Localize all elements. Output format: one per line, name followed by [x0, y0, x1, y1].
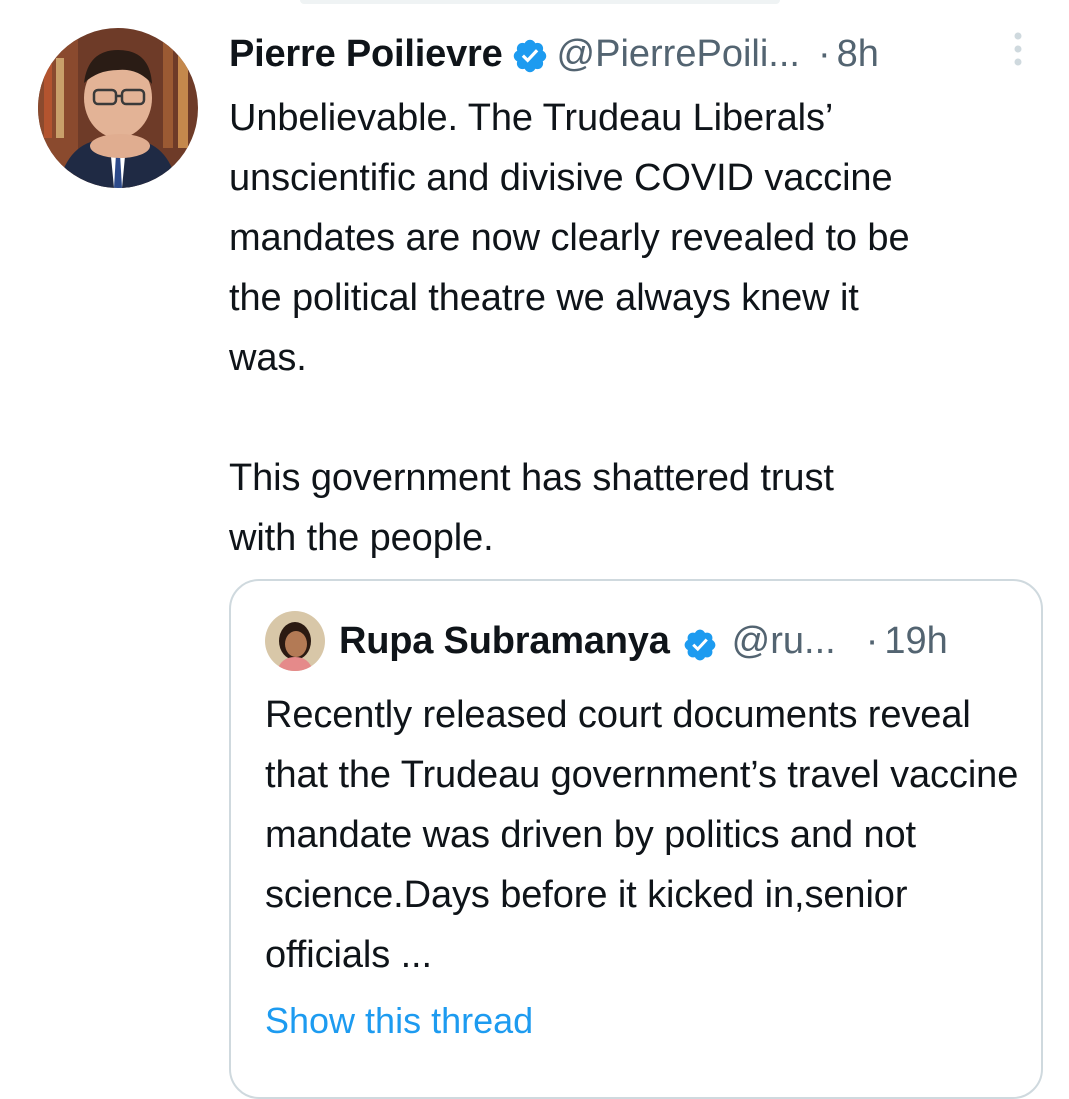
tweet-text: Unbelievable. The Trudeau Liberals’ unsc… — [229, 97, 910, 559]
tweet[interactable]: Pierre Poilievre @PierrePoili... · 8h Un… — [0, 0, 1069, 1099]
header-separator: · — [817, 33, 831, 75]
more-options-icon[interactable] — [1010, 30, 1026, 68]
verified-badge-icon — [511, 35, 549, 73]
tweet-header: Pierre Poilievre @PierrePoili... · 8h — [229, 26, 1049, 82]
quoted-timestamp[interactable]: 19h — [884, 613, 947, 669]
quoted-header: Rupa Subramanya @ru... · 19h — [339, 613, 948, 669]
quoted-tweet-text: Recently released court documents reveal… — [265, 694, 1019, 976]
quoted-header-separator: · — [865, 620, 879, 662]
quoted-tweet[interactable]: Rupa Subramanya @ru... · 19h Recently re… — [229, 579, 1043, 1099]
tweet-timestamp[interactable]: 8h — [837, 26, 879, 82]
quoted-author-name[interactable]: Rupa Subramanya — [339, 613, 670, 669]
author-handle[interactable]: @PierrePoili... — [557, 26, 800, 82]
author-name[interactable]: Pierre Poilievre — [229, 26, 503, 82]
avatar[interactable] — [38, 28, 198, 188]
show-thread-link[interactable]: Show this thread — [265, 993, 533, 1049]
verified-badge-icon — [682, 623, 718, 661]
quoted-author-handle[interactable]: @ru... — [732, 613, 836, 669]
quoted-avatar[interactable] — [265, 611, 325, 671]
